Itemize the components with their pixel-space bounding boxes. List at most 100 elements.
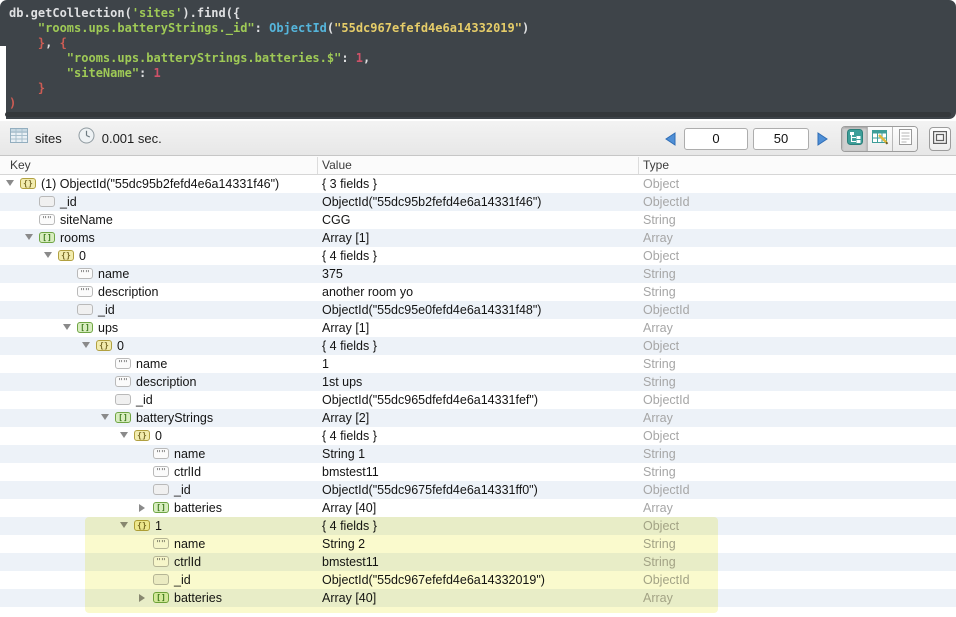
editor-horizontal-scrollbar[interactable] — [5, 112, 951, 117]
collapse-arrow-icon[interactable] — [44, 252, 52, 258]
row-value[interactable]: 375 — [322, 267, 343, 281]
prev-page-icon[interactable] — [663, 129, 679, 149]
row-key[interactable]: _id — [174, 483, 191, 497]
skip-input[interactable] — [684, 127, 748, 150]
row-key[interactable]: ups — [98, 321, 118, 335]
row-key[interactable]: batteries — [174, 591, 222, 605]
tree-view-button[interactable] — [842, 126, 867, 151]
row-key[interactable]: _id — [98, 303, 115, 317]
text-view-button[interactable] — [892, 126, 917, 151]
table-row[interactable]: "" description another room yo String — [0, 283, 956, 301]
table-row[interactable]: [] batteries Array [40] Array — [0, 589, 956, 607]
row-value[interactable]: ObjectId("55dc965dfefd4e6a14331fef") — [322, 393, 538, 407]
table-row[interactable]: "" ctrlId bmstest11 String — [0, 553, 956, 571]
table-row[interactable]: _id ObjectId("55dc9675fefd4e6a14331ff0") O… — [0, 481, 956, 499]
table-row[interactable]: "" name 375 String — [0, 265, 956, 283]
row-value[interactable]: String 1 — [322, 447, 365, 461]
table-row[interactable]: [] batteries Array [40] Array — [0, 499, 956, 517]
row-value[interactable]: ObjectId("55dc95e0fefd4e6a14331f48") — [322, 303, 541, 317]
collection-tab-label[interactable]: sites — [35, 131, 62, 146]
row-key[interactable]: 0 — [117, 339, 124, 353]
table-row[interactable]: _id ObjectId("55dc967efefd4e6a14332019") O… — [0, 571, 956, 589]
row-key[interactable]: batteries — [174, 501, 222, 515]
collapse-arrow-icon[interactable] — [25, 234, 33, 240]
table-row[interactable]: "" siteName CGG String — [0, 211, 956, 229]
table-row[interactable]: {} 0 { 4 fields } Object — [0, 247, 956, 265]
row-key[interactable]: 0 — [79, 249, 86, 263]
expand-arrow-icon[interactable] — [139, 594, 145, 602]
query-code[interactable]: db.getCollection('sites').find({ "rooms.… — [9, 6, 529, 111]
custom-view-button[interactable] — [929, 126, 951, 151]
row-value[interactable]: Array [1] — [322, 231, 369, 245]
row-key[interactable]: siteName — [60, 213, 113, 227]
column-header-value[interactable]: Value — [322, 158, 352, 172]
table-row[interactable]: _id ObjectId("55dc95b2fefd4e6a14331f46") O… — [0, 193, 956, 211]
row-value[interactable]: ObjectId("55dc9675fefd4e6a14331ff0") — [322, 483, 538, 497]
column-header-type[interactable]: Type — [643, 158, 669, 172]
collapse-arrow-icon[interactable] — [101, 414, 109, 420]
row-value[interactable]: ObjectId("55dc967efefd4e6a14332019") — [322, 573, 545, 587]
column-divider[interactable] — [638, 157, 639, 174]
row-value[interactable]: { 4 fields } — [322, 519, 377, 533]
row-key[interactable]: name — [174, 447, 205, 461]
row-key[interactable]: name — [174, 537, 205, 551]
row-value[interactable]: { 4 fields } — [322, 249, 377, 263]
query-editor[interactable]: db.getCollection('sites').find({ "rooms.… — [0, 0, 956, 119]
row-key[interactable]: _id — [60, 195, 77, 209]
row-value[interactable]: { 4 fields } — [322, 339, 377, 353]
row-value[interactable]: bmstest11 — [322, 465, 379, 479]
table-row[interactable]: "" ctrlId bmstest11 String — [0, 463, 956, 481]
collapse-arrow-icon[interactable] — [120, 432, 128, 438]
collapse-arrow-icon[interactable] — [120, 522, 128, 528]
column-header-key[interactable]: Key — [10, 158, 31, 172]
row-value[interactable]: bmstest11 — [322, 555, 379, 569]
table-row[interactable]: {} 0 { 4 fields } Object — [0, 337, 956, 355]
row-value[interactable]: CGG — [322, 213, 350, 227]
table-view-button[interactable] — [867, 126, 892, 151]
collapse-arrow-icon[interactable] — [63, 324, 71, 330]
row-value[interactable]: 1st ups — [322, 375, 362, 389]
table-row[interactable]: [] batteryStrings Array [2] Array — [0, 409, 956, 427]
row-value[interactable]: ObjectId("55dc95b2fefd4e6a14331f46") — [322, 195, 541, 209]
table-row[interactable]: "" description 1st ups String — [0, 373, 956, 391]
table-row[interactable]: "" name String 2 String — [0, 535, 956, 553]
table-row[interactable]: {} 1 { 4 fields } Object — [0, 517, 956, 535]
expand-arrow-icon[interactable] — [139, 504, 145, 512]
row-value[interactable]: Array [40] — [322, 501, 376, 515]
row-key[interactable]: 0 — [155, 429, 162, 443]
row-key[interactable]: _id — [174, 573, 191, 587]
row-key[interactable]: (1) ObjectId("55dc95b2fefd4e6a14331f46") — [41, 177, 279, 191]
row-key[interactable]: name — [136, 357, 167, 371]
row-key[interactable]: name — [98, 267, 129, 281]
collapse-arrow-icon[interactable] — [6, 180, 14, 186]
limit-input[interactable] — [753, 127, 809, 150]
row-value[interactable]: Array [2] — [322, 411, 369, 425]
row-value[interactable]: Array [40] — [322, 591, 376, 605]
row-key[interactable]: ctrlId — [174, 555, 201, 569]
table-row[interactable]: _id ObjectId("55dc965dfefd4e6a14331fef") O… — [0, 391, 956, 409]
row-value[interactable]: 1 — [322, 357, 329, 371]
table-row[interactable]: "" name 1 String — [0, 355, 956, 373]
row-value[interactable]: { 4 fields } — [322, 429, 377, 443]
column-divider[interactable] — [317, 157, 318, 174]
table-row[interactable]: {} 0 { 4 fields } Object — [0, 427, 956, 445]
row-key[interactable]: rooms — [60, 231, 95, 245]
table-row[interactable]: [] rooms Array [1] Array — [0, 229, 956, 247]
row-value[interactable]: String 2 — [322, 537, 365, 551]
row-value[interactable]: Array [1] — [322, 321, 369, 335]
table-row[interactable]: _id ObjectId("55dc95e0fefd4e6a14331f48") O… — [0, 301, 956, 319]
row-key[interactable]: _id — [136, 393, 153, 407]
row-type: ObjectId — [643, 483, 690, 497]
table-row[interactable]: {} (1) ObjectId("55dc95b2fefd4e6a14331f46… — [0, 175, 956, 193]
row-key[interactable]: ctrlId — [174, 465, 201, 479]
table-row[interactable]: "" name String 1 String — [0, 445, 956, 463]
next-page-icon[interactable] — [814, 129, 830, 149]
table-row[interactable]: [] ups Array [1] Array — [0, 319, 956, 337]
row-key[interactable]: description — [98, 285, 158, 299]
row-key[interactable]: 1 — [155, 519, 162, 533]
row-key[interactable]: batteryStrings — [136, 411, 213, 425]
row-value[interactable]: { 3 fields } — [322, 177, 377, 191]
collapse-arrow-icon[interactable] — [82, 342, 90, 348]
row-value[interactable]: another room yo — [322, 285, 413, 299]
row-key[interactable]: description — [136, 375, 196, 389]
